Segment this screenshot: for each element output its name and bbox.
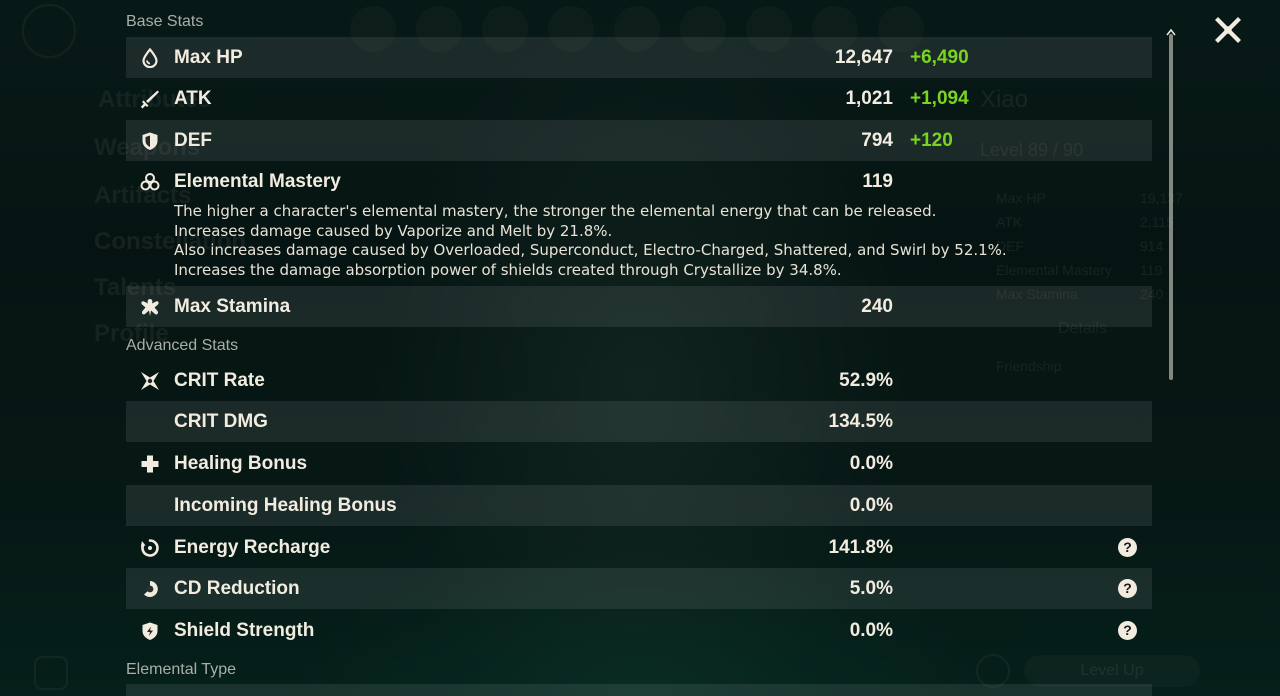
stat-bonus: +1,094 — [910, 88, 969, 109]
stat-label: Shield Strength — [174, 620, 315, 641]
stat-row-cd-reduction: CD Reduction 5.0% ? — [126, 568, 1152, 609]
stat-value: 0.0% — [849, 495, 893, 516]
stat-value: 240 — [861, 296, 893, 317]
stat-label: CRIT Rate — [174, 370, 265, 391]
stat-row-incoming-healing-bonus: Incoming Healing Bonus 0.0% — [126, 485, 1152, 526]
stat-row-partial — [126, 684, 1152, 696]
stat-label: ATK — [174, 88, 212, 109]
em-description-line: Also increases damage caused by Overload… — [174, 241, 1007, 259]
stat-value: 12,647 — [834, 47, 893, 68]
stat-value: 141.8% — [828, 537, 893, 558]
stat-label: Max Stamina — [174, 296, 291, 317]
stat-value: 119 — [862, 171, 893, 192]
energy-recharge-icon — [140, 538, 160, 558]
help-icon[interactable]: ? — [1118, 579, 1137, 598]
advanced-stats-title: Advanced Stats — [126, 337, 239, 354]
stat-row-elemental-mastery: Elemental Mastery 119 — [126, 161, 1152, 202]
stat-row-energy-recharge: Energy Recharge 141.8% ? — [126, 527, 1152, 568]
stat-bonus: +6,490 — [910, 47, 969, 68]
elemental-mastery-description: The higher a character's elemental maste… — [174, 202, 1134, 280]
close-icon[interactable] — [1214, 16, 1242, 44]
stat-row-healing-bonus: Healing Bonus 0.0% — [126, 443, 1152, 484]
healing-cross-icon — [140, 454, 160, 474]
stat-label: DEF — [174, 130, 212, 151]
atk-sword-icon — [140, 89, 160, 109]
em-description-line: Increases the damage absorption power of… — [174, 260, 842, 279]
stat-row-max-hp: Max HP 12,647 +6,490 — [126, 37, 1152, 78]
scrollbar-thumb[interactable] — [1169, 34, 1173, 380]
cd-reduction-icon — [140, 579, 160, 599]
stat-row-shield-strength: Shield Strength 0.0% ? — [126, 610, 1152, 651]
help-icon[interactable]: ? — [1118, 621, 1137, 640]
shield-strength-icon — [140, 621, 160, 641]
stat-label: Incoming Healing Bonus — [174, 495, 397, 516]
stat-value: 0.0% — [849, 453, 893, 474]
stat-row-max-stamina: Max Stamina 240 — [126, 286, 1152, 327]
elemental-type-title: Elemental Type — [126, 661, 236, 678]
stat-value: 0.0% — [849, 620, 893, 641]
stat-row-def: DEF 794 +120 — [126, 120, 1152, 161]
hp-drop-icon — [140, 48, 160, 68]
stat-row-atk: ATK 1,021 +1,094 — [126, 78, 1152, 119]
stat-row-crit-dmg: CRIT DMG 134.5% — [126, 401, 1152, 442]
stat-value: 134.5% — [828, 411, 893, 432]
stat-value: 794 — [861, 130, 893, 151]
stat-label: Healing Bonus — [174, 453, 308, 474]
elemental-mastery-icon — [140, 172, 160, 192]
stat-label: Max HP — [174, 47, 243, 68]
stamina-icon — [140, 297, 160, 317]
base-stats-title: Base Stats — [126, 13, 204, 30]
em-description-line: The higher a character's elemental maste… — [174, 202, 937, 220]
stat-row-crit-rate: CRIT Rate 52.9% — [126, 360, 1152, 401]
stat-bonus: +120 — [910, 130, 953, 151]
stat-label: Energy Recharge — [174, 537, 331, 558]
stat-value: 52.9% — [839, 370, 893, 391]
stat-label: Elemental Mastery — [174, 171, 341, 192]
stat-label: CD Reduction — [174, 578, 300, 599]
stat-label: CRIT DMG — [174, 411, 268, 432]
crit-rate-icon — [140, 371, 160, 391]
stat-value: 5.0% — [849, 578, 893, 599]
def-shield-icon — [140, 131, 160, 151]
em-description-line: Increases damage caused by Vaporize and … — [174, 221, 613, 240]
help-icon[interactable]: ? — [1118, 538, 1137, 557]
stat-value: 1,021 — [845, 88, 893, 109]
